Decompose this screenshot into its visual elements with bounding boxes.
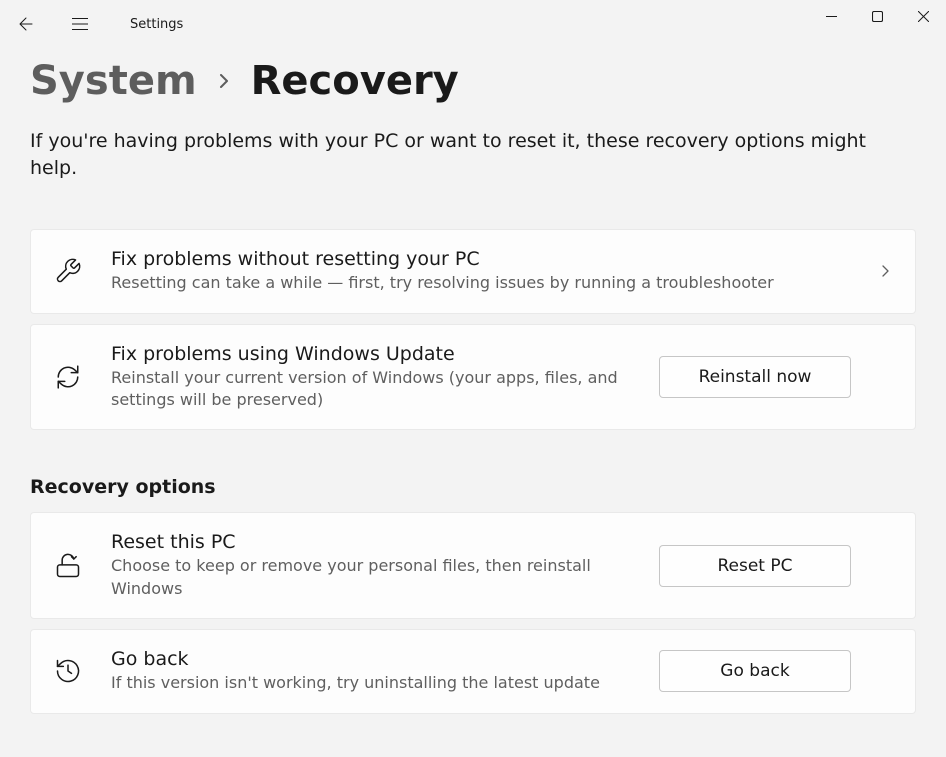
titlebar-left: Settings	[6, 4, 183, 44]
hamburger-menu-icon	[72, 17, 88, 31]
chevron-right-icon	[217, 74, 231, 88]
minimize-button[interactable]	[808, 0, 854, 32]
close-icon	[918, 11, 929, 22]
breadcrumb-current: Recovery	[251, 58, 459, 104]
history-icon	[53, 656, 83, 686]
reset-pc-button[interactable]: Reset PC	[659, 545, 851, 587]
close-button[interactable]	[900, 0, 946, 32]
card-title: Go back	[111, 648, 631, 670]
wrench-icon	[53, 256, 83, 286]
card-title: Fix problems using Windows Update	[111, 343, 631, 365]
intro-text: If you're having problems with your PC o…	[30, 128, 916, 181]
card-desc: Choose to keep or remove your personal f…	[111, 555, 631, 600]
app-name: Settings	[130, 17, 183, 32]
section-heading-recovery-options: Recovery options	[30, 476, 916, 498]
content: System Recovery If you're having problem…	[0, 58, 946, 714]
card-title: Fix problems without resetting your PC	[111, 248, 851, 270]
recovery-cards: Reset this PC Choose to keep or remove y…	[30, 512, 916, 713]
card-action: Reinstall now	[659, 356, 851, 398]
card-reset-pc: Reset this PC Choose to keep or remove y…	[30, 512, 916, 619]
arrow-left-icon	[18, 16, 34, 32]
card-go-back: Go back If this version isn't working, t…	[30, 629, 916, 713]
card-desc: Resetting can take a while — first, try …	[111, 272, 851, 294]
card-windows-update: Fix problems using Windows Update Reinst…	[30, 324, 916, 431]
maximize-icon	[872, 11, 883, 22]
card-body: Go back If this version isn't working, t…	[111, 648, 631, 694]
window-controls	[808, 0, 946, 48]
card-fix-problems[interactable]: Fix problems without resetting your PC R…	[30, 229, 916, 313]
titlebar: Settings	[0, 0, 946, 48]
back-button[interactable]	[6, 4, 46, 44]
menu-button[interactable]	[60, 4, 100, 44]
card-body: Fix problems without resetting your PC R…	[111, 248, 851, 294]
card-body: Fix problems using Windows Update Reinst…	[111, 343, 631, 412]
go-back-button[interactable]: Go back	[659, 650, 851, 692]
reset-pc-icon	[53, 551, 83, 581]
card-body: Reset this PC Choose to keep or remove y…	[111, 531, 631, 600]
maximize-button[interactable]	[854, 0, 900, 32]
top-cards: Fix problems without resetting your PC R…	[30, 229, 916, 430]
sync-icon	[53, 362, 83, 392]
breadcrumb-parent[interactable]: System	[30, 58, 197, 104]
card-desc: If this version isn't working, try unins…	[111, 672, 631, 694]
card-action: Reset PC	[659, 545, 851, 587]
reinstall-now-button[interactable]: Reinstall now	[659, 356, 851, 398]
breadcrumb: System Recovery	[30, 58, 916, 104]
card-action: Go back	[659, 650, 851, 692]
card-desc: Reinstall your current version of Window…	[111, 367, 631, 412]
card-title: Reset this PC	[111, 531, 631, 553]
chevron-right-icon	[879, 265, 891, 277]
minimize-icon	[826, 11, 837, 22]
